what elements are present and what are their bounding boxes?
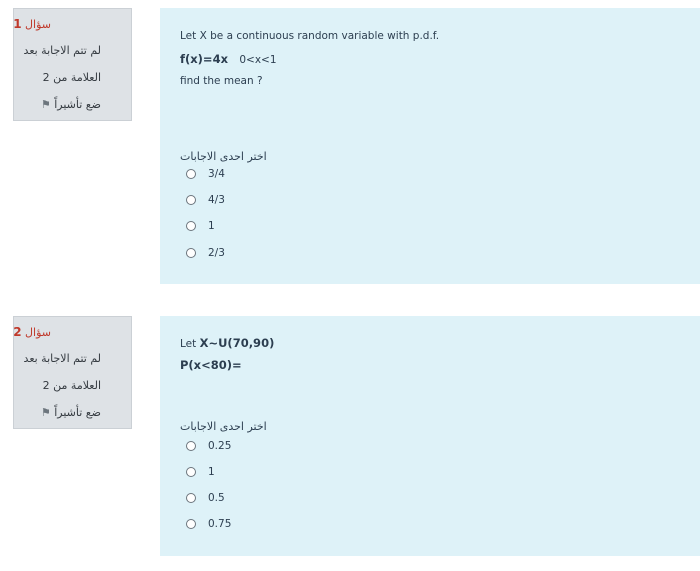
answer-option[interactable]: 0.75 xyxy=(186,516,231,532)
radio-button[interactable] xyxy=(186,221,196,231)
flag-icon: ⚑ xyxy=(40,406,51,419)
answer-option[interactable]: 0.5 xyxy=(186,490,225,506)
question-content: Let X~U(70,90) P(x<80)= اختر احدى الاجاب… xyxy=(160,316,700,556)
distribution-formula: X~U(70,90) xyxy=(199,336,275,350)
answer-option-label: 4/3 xyxy=(208,194,225,206)
question-status: لم تتم الاجابة بعد xyxy=(23,352,101,365)
radio-button[interactable] xyxy=(186,195,196,205)
answer-option[interactable]: 1 xyxy=(186,464,215,480)
question-title: سؤال xyxy=(25,18,51,31)
flag-label: ضع تأشيراً xyxy=(54,98,101,111)
answer-option-label: 3/4 xyxy=(208,168,225,180)
answer-option[interactable]: 1 xyxy=(186,218,215,234)
flag-question-link[interactable]: ضع تأشيراً ⚑ xyxy=(38,406,101,419)
answer-option-label: 1 xyxy=(208,466,215,478)
flag-label: ضع تأشيراً xyxy=(54,406,101,419)
question-2: سؤال 2 لم تتم الاجابة بعد العلامة من 2 ض… xyxy=(0,316,700,556)
question-status: لم تتم الاجابة بعد xyxy=(23,44,101,57)
question-title: سؤال xyxy=(25,326,51,339)
question-mark: العلامة من 2 xyxy=(42,379,101,392)
question-number: سؤال 2 xyxy=(13,325,51,339)
question-info-panel: سؤال 2 لم تتم الاجابة بعد العلامة من 2 ض… xyxy=(13,316,132,429)
radio-button[interactable] xyxy=(186,248,196,258)
flag-question-link[interactable]: ضع تأشيراً ⚑ xyxy=(38,98,101,111)
question-text-line: Let X be a continuous random variable wi… xyxy=(180,30,440,42)
question-content: Let X be a continuous random variable wi… xyxy=(160,8,700,284)
question-info-panel: سؤال 1 لم تتم الاجابة بعد العلامة من 2 ض… xyxy=(13,8,132,121)
answer-option-label: 0.75 xyxy=(208,518,232,530)
radio-button[interactable] xyxy=(186,169,196,179)
question-number-value: 1 xyxy=(13,17,22,31)
answer-option[interactable]: 0.25 xyxy=(186,438,231,454)
radio-button[interactable] xyxy=(186,441,196,451)
question-mark: العلامة من 2 xyxy=(42,71,101,84)
pdf-range: 0<x<1 xyxy=(239,54,277,66)
question-1: سؤال 1 لم تتم الاجابة بعد العلامة من 2 ض… xyxy=(0,8,700,284)
answer-option-label: 1 xyxy=(208,220,215,232)
answer-option[interactable]: 3/4 xyxy=(186,166,225,182)
answer-option-label: 0.25 xyxy=(208,440,232,452)
question-text-prefix: Let xyxy=(180,338,197,350)
answer-option-label: 0.5 xyxy=(208,492,225,504)
question-text-line: Let X~U(70,90) xyxy=(180,336,274,350)
flag-icon: ⚑ xyxy=(40,98,51,111)
question-instruction: find the mean ? xyxy=(180,75,263,87)
answer-prompt: اختر احدى الاجابات xyxy=(180,420,267,433)
question-formula: f(x)=4x 0<x<1 xyxy=(180,52,277,66)
answer-option[interactable]: 2/3 xyxy=(186,245,225,261)
question-number: سؤال 1 xyxy=(13,17,51,31)
answer-option[interactable]: 4/3 xyxy=(186,192,225,208)
answer-option-label: 2/3 xyxy=(208,247,225,259)
pdf-formula: f(x)=4x xyxy=(180,52,228,66)
probability-expression: P(x<80)= xyxy=(180,358,242,372)
radio-button[interactable] xyxy=(186,519,196,529)
answer-prompt: اختر احدى الاجابات xyxy=(180,150,267,163)
radio-button[interactable] xyxy=(186,467,196,477)
radio-button[interactable] xyxy=(186,493,196,503)
question-number-value: 2 xyxy=(13,325,22,339)
